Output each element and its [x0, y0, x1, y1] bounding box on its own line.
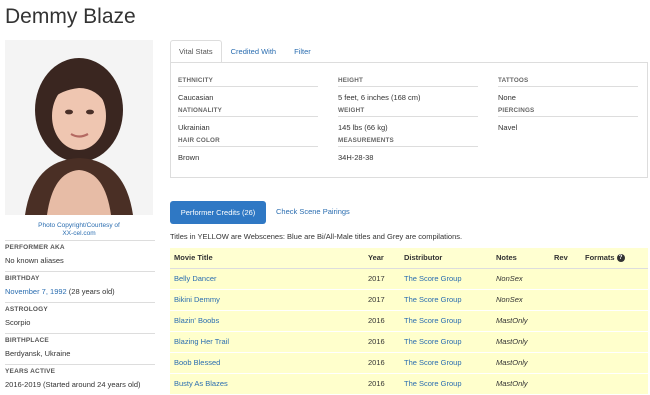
- astrology-label: Astrology: [5, 306, 48, 313]
- table-header-row: Movie Title Year Distributor Notes Rev F…: [170, 248, 648, 269]
- movie-title-link[interactable]: Blazing Her Trail: [170, 331, 364, 353]
- table-row: Belly Dancer 2017 The Score Group NonSex: [170, 268, 648, 290]
- rev-cell: [550, 331, 581, 353]
- year-cell: 2016: [364, 331, 400, 353]
- movie-title-link[interactable]: Belly Dancer: [170, 268, 364, 290]
- page-title: Demmy Blaze: [5, 5, 136, 28]
- notes-cell: NonSex: [492, 268, 550, 290]
- notes-cell: MastOnly: [492, 373, 550, 395]
- formats-cell: [581, 268, 648, 290]
- table-row: Blazing Her Trail 2016 The Score Group M…: [170, 331, 648, 353]
- column-notes[interactable]: Notes: [492, 248, 550, 269]
- divider: [5, 271, 155, 272]
- birthday-section: Birthday November 7, 1992 (28 years old): [5, 275, 155, 296]
- birthday-label: Birthday: [5, 275, 40, 282]
- years-active-value: 2016-2019 (Started around 24 years old): [5, 380, 141, 389]
- divider: [5, 333, 155, 334]
- formats-cell: [581, 310, 648, 332]
- notes-cell: MastOnly: [492, 352, 550, 374]
- distributor-link[interactable]: The Score Group: [400, 352, 492, 374]
- movie-title-link[interactable]: Bikini Demmy: [170, 289, 364, 311]
- column-year[interactable]: Year: [364, 248, 400, 269]
- question-icon[interactable]: ?: [616, 254, 625, 263]
- weight-stat: Weight 145 lbs (66 kg): [338, 107, 478, 132]
- measurements-stat: Measurements 34H-28-38: [338, 137, 478, 162]
- birthplace-value: Berdyansk, Ukraine: [5, 349, 71, 358]
- info-tabs: Vital Stats Credited With Filter: [170, 40, 320, 63]
- notes-cell: MastOnly: [492, 310, 550, 332]
- movie-title-link[interactable]: Blazin' Boobs: [170, 310, 364, 332]
- table-row: Busty As Blazes 2016 The Score Group Mas…: [170, 373, 648, 395]
- birthplace-section: Birthplace Berdyansk, Ukraine: [5, 337, 155, 358]
- years-active-label: Years Active: [5, 368, 56, 375]
- birthday-link[interactable]: November 7, 1992: [5, 287, 67, 296]
- column-rev[interactable]: Rev: [550, 248, 581, 269]
- birthday-age: (28 years old): [68, 287, 115, 296]
- formats-cell: [581, 331, 648, 353]
- movie-title-link[interactable]: Boob Blessed: [170, 352, 364, 374]
- year-cell: 2016: [364, 373, 400, 395]
- movie-title-link[interactable]: Busty As Blazes: [170, 373, 364, 395]
- performer-credits-button[interactable]: Performer Credits (26): [170, 201, 266, 224]
- tattoos-stat: Tattoos None: [498, 77, 638, 102]
- formats-cell: [581, 352, 648, 374]
- rev-cell: [550, 310, 581, 332]
- formats-cell: [581, 373, 648, 395]
- astrology-section: Astrology Scorpio: [5, 306, 155, 327]
- notes-cell: NonSex: [492, 289, 550, 311]
- table-row: Boob Blessed 2016 The Score Group MastOn…: [170, 352, 648, 374]
- ethnicity-stat: Ethnicity Caucasian: [178, 77, 318, 102]
- year-cell: 2017: [364, 289, 400, 311]
- table-row: Bikini Demmy 2017 The Score Group NonSex: [170, 289, 648, 311]
- check-scene-pairings-link[interactable]: Check Scene Pairings: [276, 207, 350, 216]
- photo-caption[interactable]: Photo Copyright/Courtesy of XX-cel.com: [5, 222, 153, 238]
- hair-color-stat: Hair Color Brown: [178, 137, 318, 162]
- nationality-stat: Nationality Ukrainian: [178, 107, 318, 132]
- years-active-section: Years Active 2016-2019 (Started around 2…: [5, 368, 155, 389]
- distributor-link[interactable]: The Score Group: [400, 373, 492, 395]
- divider: [5, 240, 155, 241]
- tab-vital-stats[interactable]: Vital Stats: [170, 40, 222, 63]
- divider: [5, 302, 155, 303]
- color-legend: Titles in YELLOW are Webscenes: Blue are…: [170, 232, 463, 241]
- aka-label: Performer AKA: [5, 244, 65, 251]
- aka-value: No known aliases: [5, 256, 64, 265]
- tab-filter[interactable]: Filter: [285, 40, 320, 63]
- rev-cell: [550, 268, 581, 290]
- tab-credited-with[interactable]: Credited With: [222, 40, 285, 63]
- notes-cell: MastOnly: [492, 331, 550, 353]
- year-cell: 2016: [364, 352, 400, 374]
- rev-cell: [550, 352, 581, 374]
- distributor-link[interactable]: The Score Group: [400, 331, 492, 353]
- astrology-link[interactable]: Scorpio: [5, 318, 155, 327]
- column-formats[interactable]: Formats?: [581, 248, 648, 269]
- height-stat: Height 5 feet, 6 inches (168 cm): [338, 77, 478, 102]
- credits-table: Movie Title Year Distributor Notes Rev F…: [170, 248, 648, 395]
- column-movie-title[interactable]: Movie Title: [170, 248, 364, 269]
- distributor-link[interactable]: The Score Group: [400, 289, 492, 311]
- rev-cell: [550, 373, 581, 395]
- column-distributor[interactable]: Distributor: [400, 248, 492, 269]
- aka-section: Performer AKA No known aliases: [5, 244, 155, 265]
- performer-photo[interactable]: [5, 40, 153, 215]
- distributor-link[interactable]: The Score Group: [400, 310, 492, 332]
- year-cell: 2017: [364, 268, 400, 290]
- distributor-link[interactable]: The Score Group: [400, 268, 492, 290]
- year-cell: 2016: [364, 310, 400, 332]
- divider: [5, 364, 155, 365]
- piercings-stat: Piercings Navel: [498, 107, 638, 132]
- rev-cell: [550, 289, 581, 311]
- table-row: Blazin' Boobs 2016 The Score Group MastO…: [170, 310, 648, 332]
- vital-stats-panel: Ethnicity Caucasian Nationality Ukrainia…: [170, 62, 648, 178]
- formats-cell: [581, 289, 648, 311]
- birthplace-label: Birthplace: [5, 337, 49, 344]
